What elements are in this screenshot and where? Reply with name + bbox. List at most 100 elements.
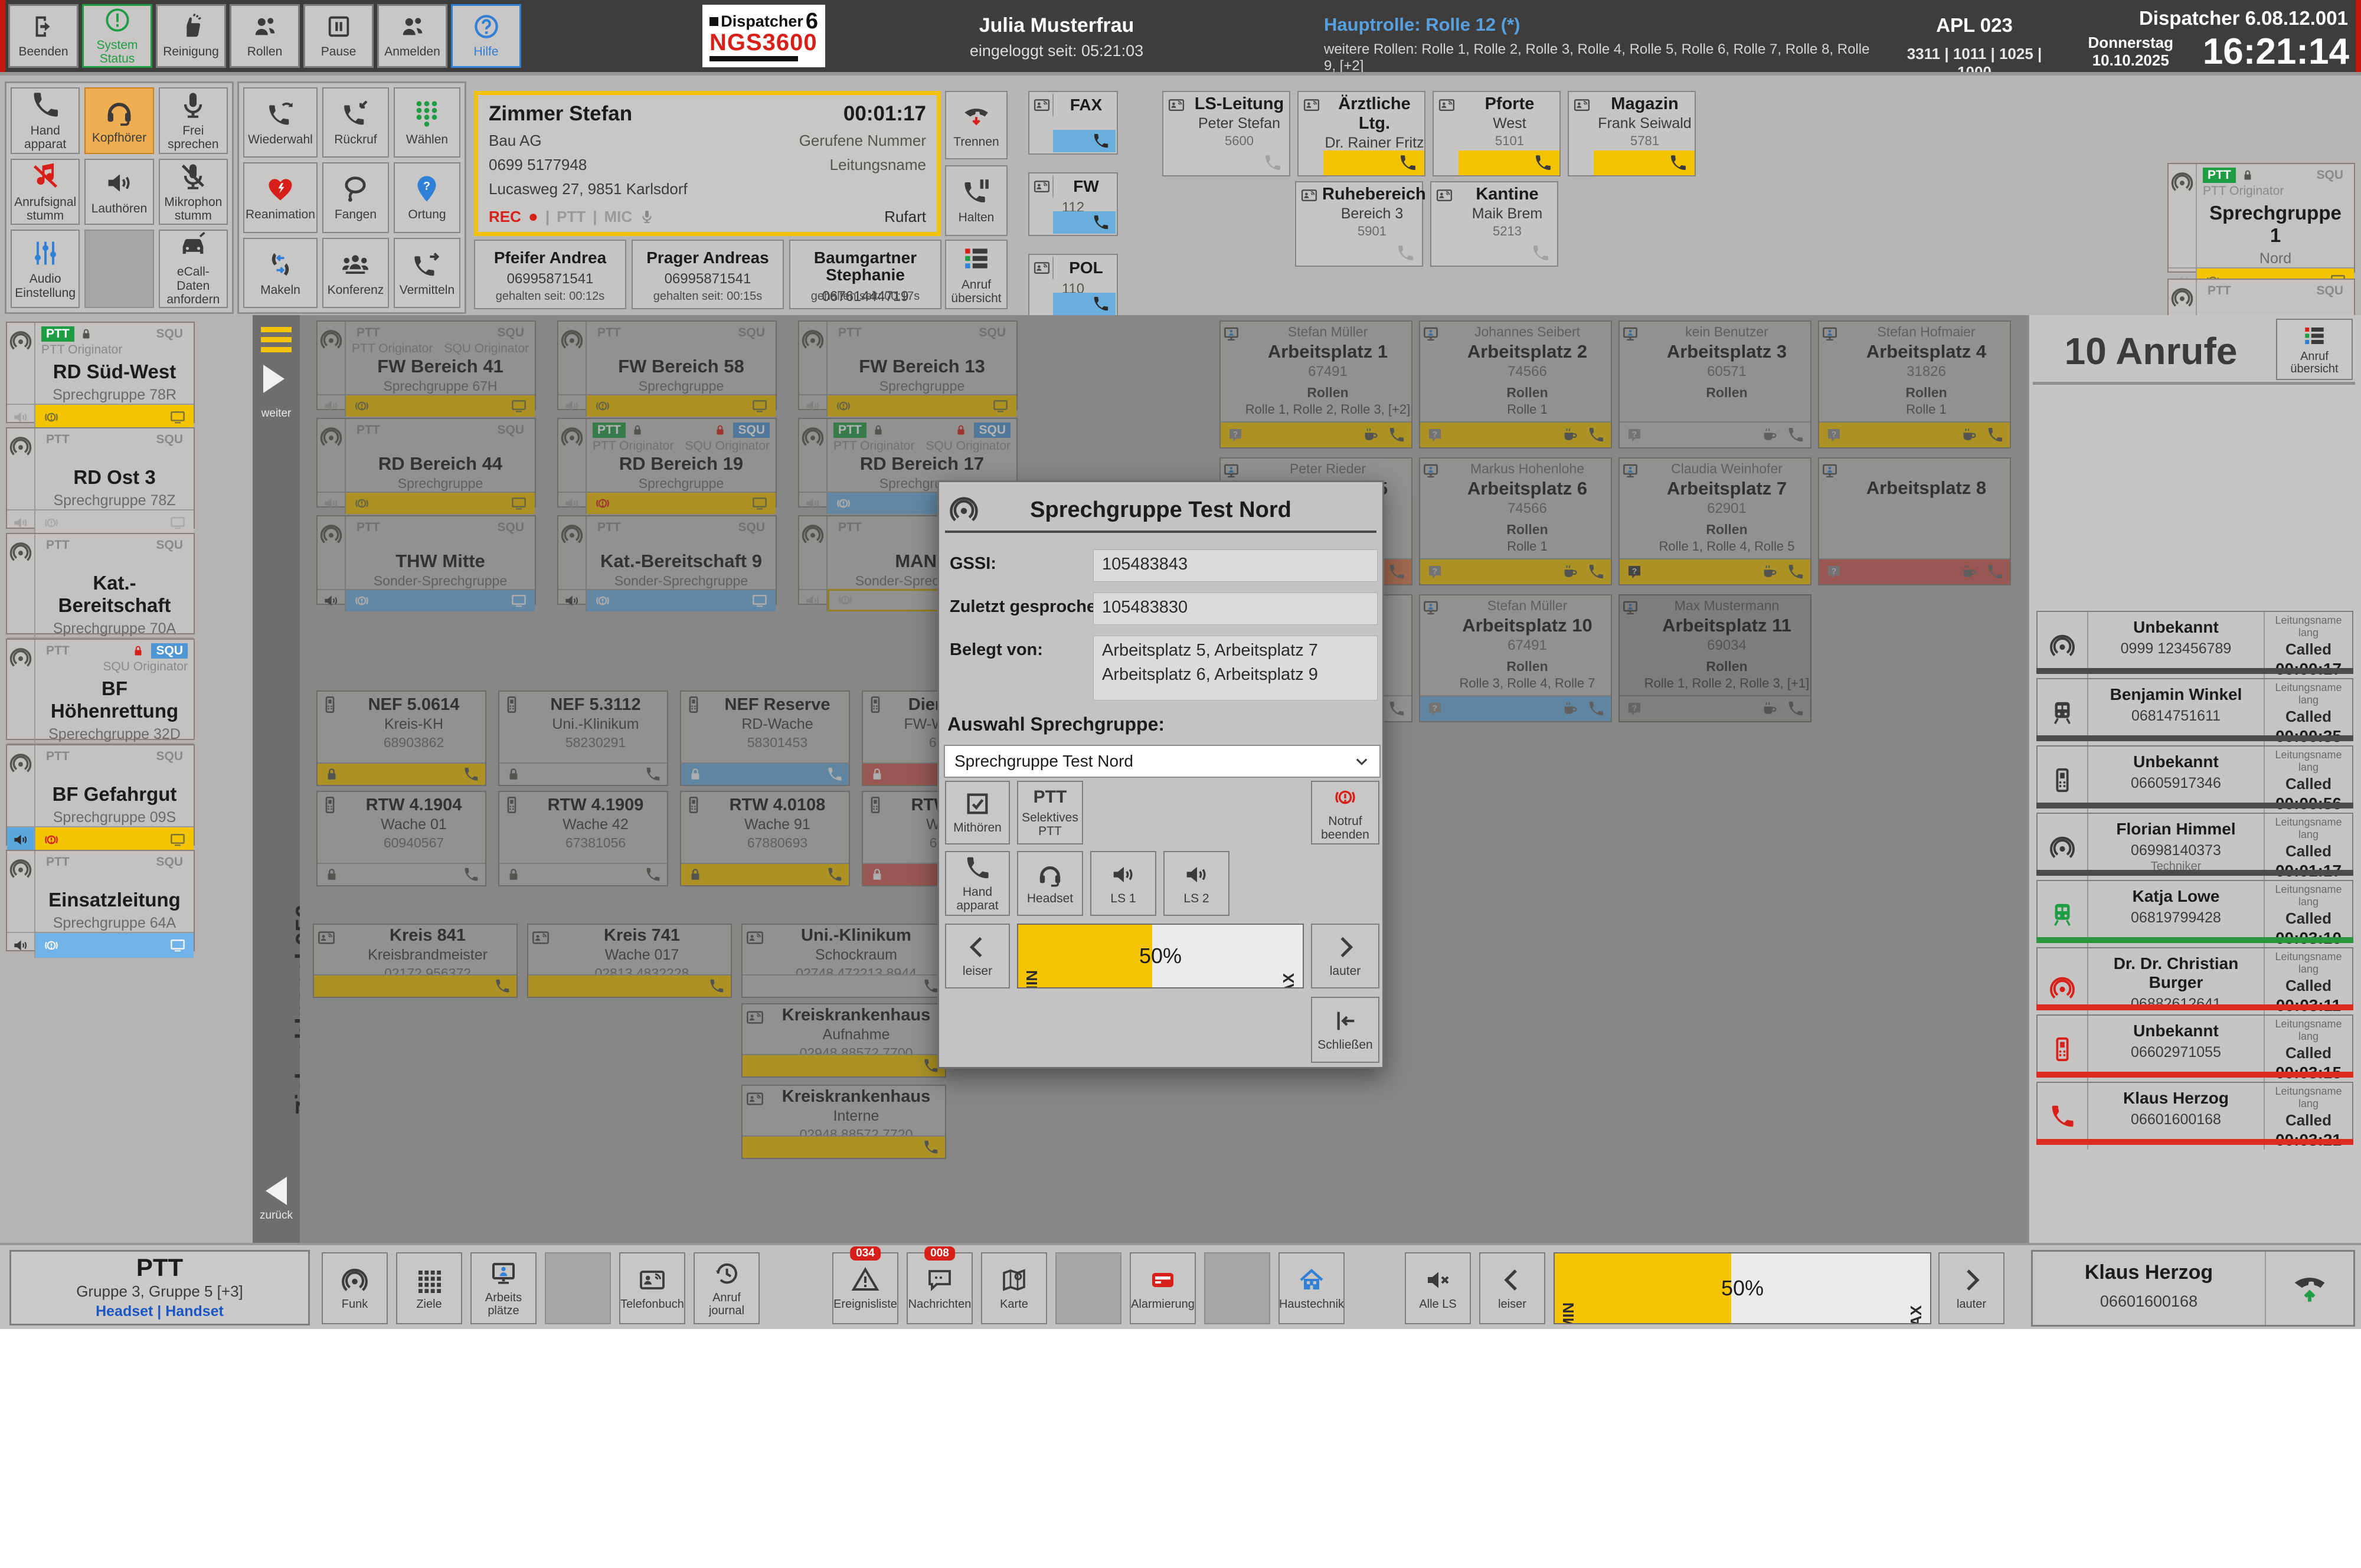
call-item[interactable]: Dr. Dr. Christian Burger 06882612641 Die… [2036, 947, 2353, 1010]
call-overview-button[interactable]: Anruf übersicht [945, 240, 1008, 309]
talkgroup-select[interactable]: Sprechgruppe Test Nord [944, 745, 1381, 778]
bottom-button[interactable]: Anruf journal [694, 1252, 760, 1324]
handset-button[interactable]: Hand apparat [945, 851, 1010, 916]
volume-up-button[interactable]: lauter [1311, 924, 1379, 988]
bottom-button[interactable]: Haustechnik [1278, 1252, 1345, 1324]
talkgroup-tile[interactable]: PTT SQU PTT Originator Sprechgruppe 1 No… [2167, 163, 2355, 273]
bottom-button[interactable] [545, 1252, 611, 1324]
call-number: 06605917346 [2088, 775, 2264, 792]
call-function-button[interactable]: Wiederwahl [243, 87, 318, 158]
call-function-button[interactable]: Vermitteln [394, 238, 460, 308]
call-function-label: Makeln [259, 283, 302, 297]
talkgroup-icon [7, 428, 35, 509]
bottom-button[interactable]: 008 Nachrichten [907, 1252, 973, 1324]
internal-dial-tile[interactable]: Ruhebereich Bereich 3 5901 [1295, 181, 1423, 267]
end-emergency-button[interactable]: Notruf beenden [1311, 781, 1379, 844]
talkgroup-tile[interactable]: PTT SQU RD Ost 3 Sprechgruppe 78Z [6, 427, 195, 529]
monitor-listen-button[interactable]: Mithören [945, 781, 1010, 844]
call-function-button[interactable]: Wählen [394, 87, 460, 158]
answer-call-button[interactable] [2265, 1252, 2353, 1325]
call-function-button[interactable]: Konferenz [322, 238, 389, 308]
speed-dial-tile[interactable]: FAX [1028, 91, 1118, 155]
call-function-button[interactable]: Rückruf [322, 87, 389, 158]
audio-button[interactable]: Hand apparat [11, 87, 80, 154]
talkgroup-tile[interactable]: PTT SQU Kat.-Bereitschaft Sprechgruppe 7… [6, 533, 195, 634]
bottom-button[interactable]: Karte [981, 1252, 1047, 1324]
internal-dial-tile[interactable]: Kantine Maik Brem 5213 [1430, 181, 1558, 267]
call-item[interactable]: Unbekannt 06602971055 Leitungsname lang … [2036, 1014, 2353, 1078]
internal-dial-tile[interactable]: Magazin Frank Seiwald 5781 [1568, 91, 1696, 176]
internal-dial-tile[interactable]: LS-Leitung Peter Stefan 5600 [1162, 91, 1290, 176]
system-button-label: Reinigung [163, 45, 219, 58]
internal-dial-tile[interactable]: Ärztliche Ltg. Dr. Rainer Fritz 5700 [1297, 91, 1425, 176]
talkgroup-tile[interactable]: PTT SQU SQU Originator BF Höhenrettung S… [6, 639, 195, 740]
system-button[interactable]: Beenden [8, 4, 79, 68]
internal-dial-tile[interactable]: Pforte West 5101 [1433, 91, 1561, 176]
speed-dial-tile[interactable]: FW 112 [1028, 172, 1118, 236]
audio-button[interactable]: Mikrophon stumm [159, 159, 228, 225]
system-button[interactable]: System Status [82, 4, 152, 68]
system-button[interactable]: Reinigung [156, 4, 226, 68]
call-item[interactable]: Katja Lowe 06819799428 Leitungsname lang… [2036, 880, 2353, 943]
audio-button[interactable] [84, 230, 153, 308]
system-button[interactable]: Rollen [230, 4, 300, 68]
speaker1-button[interactable]: LS 1 [1090, 851, 1156, 916]
held-call-tile[interactable]: Pfeifer Andrea 06995871541 gehalten seit… [474, 240, 626, 309]
bottom-button[interactable] [1204, 1252, 1270, 1324]
audio-button[interactable]: Frei sprechen [159, 87, 228, 154]
talkgroup-tile[interactable]: PTT SQU PTT Originator RD Süd-West Sprec… [6, 322, 195, 423]
call-function-button[interactable]: Makeln [243, 238, 318, 308]
all-speakers-button[interactable]: Alle LS [1405, 1252, 1471, 1324]
next-page-icon[interactable] [263, 365, 285, 393]
call-overview-button[interactable]: Anruf übersicht [2276, 319, 2353, 380]
volume-up-button[interactable]: lauter [1938, 1252, 2004, 1324]
audio-button[interactable]: eCall-Daten anfordern [159, 230, 228, 308]
ptt-status-box[interactable]: PTT Gruppe 3, Gruppe 5 [+3] Headset | Ha… [9, 1250, 310, 1325]
system-button[interactable]: Hilfe [451, 4, 521, 68]
call-item[interactable]: Florian Himmel 06998140373 Techniker Lei… [2036, 813, 2353, 876]
hold-button[interactable]: Halten [945, 165, 1008, 236]
talkgroup-tile[interactable]: PTT SQU Einsatzleitung Sprechgruppe 64A [6, 850, 195, 951]
disconnect-button[interactable]: Trennen [945, 91, 1008, 159]
master-volume-slider[interactable]: MIN 50% MAX [1554, 1252, 1931, 1324]
prev-page-icon[interactable] [266, 1177, 287, 1205]
call-item[interactable]: Unbekannt 06605917346 Leitungsname lang … [2036, 745, 2353, 808]
bottom-button[interactable]: Alarmierung [1130, 1252, 1196, 1324]
volume-down-button[interactable]: leiser [1479, 1252, 1545, 1324]
close-dialog-button[interactable]: Schließen [1311, 997, 1379, 1063]
audio-button[interactable]: Anrufsignal stumm [11, 159, 80, 225]
call-function-button[interactable]: Ortung [394, 162, 460, 233]
call-function-button[interactable]: Reanimation [243, 162, 318, 233]
talkgroup-tile[interactable]: PTT SQU BF Gefahrgut Sprechgruppe 09S [6, 744, 195, 846]
selective-ptt-button[interactable]: PTT Selektives PTT [1017, 781, 1083, 844]
audio-button[interactable]: Lauthören [84, 159, 153, 225]
bottom-button[interactable]: Funk [322, 1252, 388, 1324]
bottom-button[interactable]: Arbeits plätze [470, 1252, 537, 1324]
speaker-toggle[interactable] [7, 932, 35, 958]
speaker-toggle[interactable] [7, 509, 35, 535]
held-call-tile[interactable]: Prager Andreas 06995871541 gehalten seit… [632, 240, 784, 309]
menu-icon[interactable] [261, 327, 292, 352]
incoming-call-box[interactable]: Klaus Herzog 06601600168 [2031, 1250, 2355, 1327]
system-button[interactable]: Anmelden [377, 4, 447, 68]
system-button[interactable]: Pause [303, 4, 374, 68]
audio-button[interactable]: Audio Einstellung [11, 230, 80, 308]
speed-dial-tile[interactable]: POL 110 [1028, 254, 1118, 317]
call-item[interactable]: Benjamin Winkel 06814751611 Leitungsname… [2036, 678, 2353, 741]
audio-button[interactable]: Kopfhörer [84, 87, 153, 154]
call-item[interactable]: Unbekannt 0999 123456789 Leitungsname la… [2036, 611, 2353, 674]
speaker-toggle[interactable] [7, 826, 35, 852]
volume-down-button[interactable]: leiser [945, 924, 1010, 988]
bottom-button[interactable] [1055, 1252, 1121, 1324]
speaker-toggle[interactable] [7, 404, 35, 430]
volume-slider[interactable]: MIN 50% MAX [1017, 924, 1304, 988]
bottom-button[interactable]: Ziele [396, 1252, 462, 1324]
held-call-tile[interactable]: Baumgartner Stephanie 06761444719 gehalt… [789, 240, 941, 309]
speaker2-button[interactable]: LS 2 [1163, 851, 1229, 916]
bottom-button[interactable]: Telefonbuch [619, 1252, 685, 1324]
call-function-button[interactable]: Fangen [322, 162, 389, 233]
bottom-button[interactable]: 034 Ereignisliste [832, 1252, 898, 1324]
call-item[interactable]: Klaus Herzog 06601600168 Leitungsname la… [2036, 1082, 2353, 1145]
bottom-button-label: Ereignisliste [833, 1298, 897, 1311]
headset-button[interactable]: Headset [1017, 851, 1083, 916]
